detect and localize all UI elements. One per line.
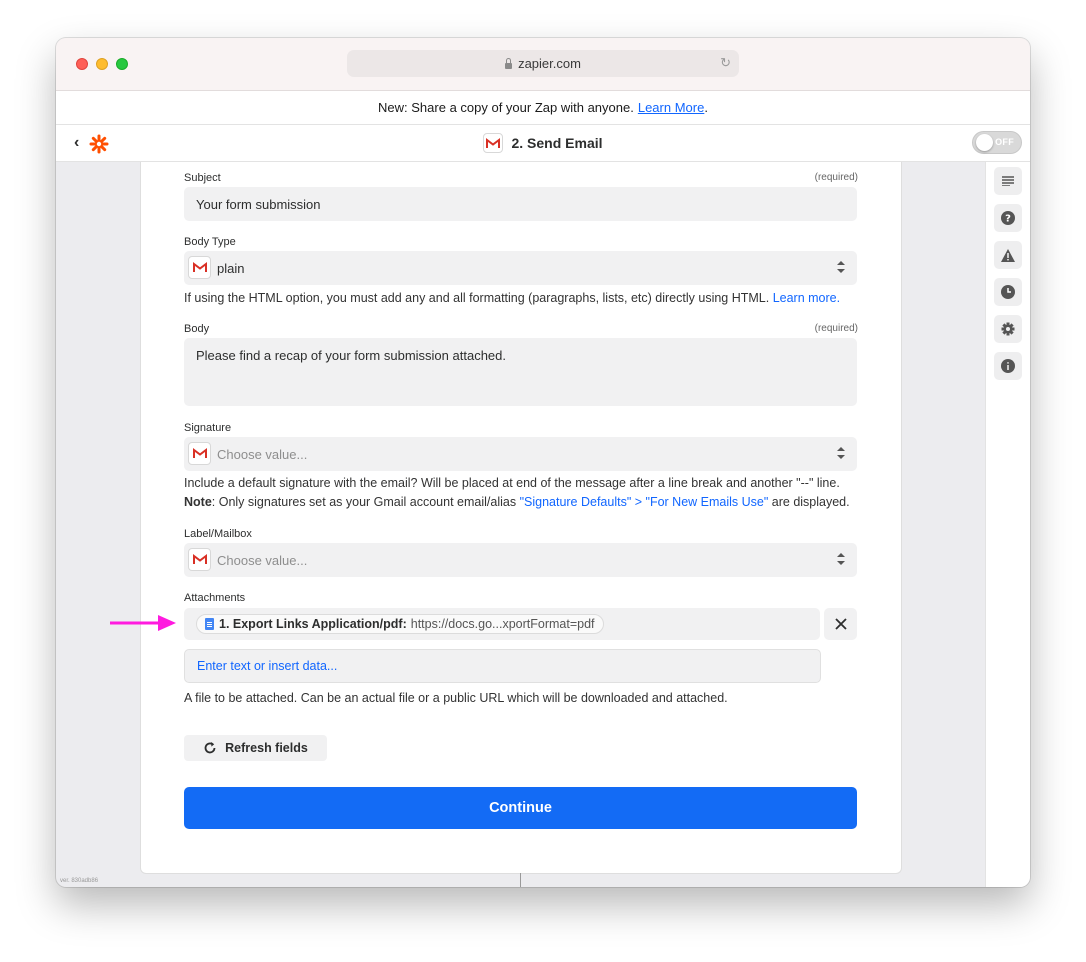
signature-help-line2: Note: Only signatures set as your Gmail …	[184, 493, 850, 512]
select-arrows-icon	[837, 447, 845, 459]
toggle-knob	[976, 134, 993, 151]
continue-label: Continue	[489, 800, 552, 816]
warning-icon	[1001, 248, 1015, 262]
body-type-help-text: If using the HTML option, you must add a…	[184, 291, 770, 305]
announcement-period: .	[704, 100, 708, 115]
history-button[interactable]	[994, 278, 1022, 306]
continue-button[interactable]: Continue	[184, 787, 857, 829]
zap-on-off-toggle[interactable]: OFF	[972, 131, 1022, 154]
gmail-icon	[188, 548, 211, 571]
details-icon	[1002, 176, 1014, 186]
version-text: ver. 830adb86	[60, 878, 99, 884]
subject-required: (required)	[814, 172, 858, 183]
lock-icon	[505, 57, 513, 69]
gmail-icon	[188, 256, 211, 279]
reload-icon[interactable]: ↻	[720, 55, 731, 71]
settings-icon	[1001, 322, 1015, 336]
label-mailbox-label: Label/Mailbox	[184, 528, 252, 540]
step-title: 2. Send Email	[56, 125, 1030, 161]
attachment-data-pill[interactable]: 1. Export Links Application/pdf: https:/…	[196, 614, 604, 634]
body-textarea[interactable]: Please find a recap of your form submiss…	[184, 338, 857, 406]
attachments-label: Attachments	[184, 592, 246, 604]
signature-help: Include a default signature with the ema…	[184, 474, 850, 512]
address-bar[interactable]: zapier.com ↻	[347, 50, 739, 77]
signature-label: Signature	[184, 422, 232, 434]
select-arrows-icon	[837, 553, 845, 565]
attachment-value: https://docs.go...xportFormat=pdf	[410, 617, 595, 631]
step-editor-panel: Subject (required) Your form submission …	[140, 162, 902, 874]
body-label: Body	[184, 323, 210, 335]
attachments-help: A file to be attached. Can be an actual …	[184, 691, 728, 705]
info-button[interactable]	[994, 352, 1022, 380]
browser-titlebar: zapier.com ↻	[56, 38, 1030, 91]
refresh-fields-button[interactable]: Refresh fields	[184, 735, 327, 761]
signature-defaults-link[interactable]: "Signature Defaults" > "For New Emails U…	[520, 495, 769, 509]
history-icon	[1001, 285, 1015, 299]
label-mailbox-placeholder: Choose value...	[217, 553, 308, 568]
subject-value: Your form submission	[196, 197, 321, 212]
attachment-text-placeholder: Enter text or insert data...	[197, 659, 338, 673]
close-window-button[interactable]	[76, 58, 88, 70]
note-label: Note	[184, 495, 212, 509]
canvas-divider	[520, 873, 521, 887]
signature-note-end: are displayed.	[768, 495, 850, 509]
help-icon: ?	[1001, 211, 1015, 225]
signature-select[interactable]: Choose value...	[184, 437, 857, 471]
subject-input[interactable]: Your form submission	[184, 187, 857, 221]
select-arrows-icon	[837, 261, 845, 273]
body-type-select[interactable]: plain	[184, 251, 857, 285]
help-button[interactable]: ?	[994, 204, 1022, 232]
warning-button[interactable]	[994, 241, 1022, 269]
details-button[interactable]	[994, 167, 1022, 195]
remove-attachment-button[interactable]	[824, 608, 857, 640]
google-docs-icon	[205, 618, 214, 630]
body-type-value: plain	[217, 261, 245, 276]
browser-window: zapier.com ↻ New: Share a copy of your Z…	[56, 38, 1030, 887]
attachment-text-input[interactable]: Enter text or insert data...	[184, 649, 821, 683]
url-text: zapier.com	[518, 56, 581, 71]
label-mailbox-select[interactable]: Choose value...	[184, 543, 857, 577]
right-sidebar: ?	[985, 162, 1030, 887]
signature-note-text: : Only signatures set as your Gmail acco…	[211, 495, 520, 509]
toggle-label: OFF	[995, 137, 1014, 147]
gmail-icon	[483, 133, 504, 153]
minimize-window-button[interactable]	[96, 58, 108, 70]
close-icon	[834, 618, 847, 630]
announcement-bar: New: Share a copy of your Zap with anyon…	[56, 91, 1030, 125]
body-type-label: Body Type	[184, 236, 236, 248]
maximize-window-button[interactable]	[116, 58, 128, 70]
refresh-icon	[204, 742, 216, 754]
step-title-text: 2. Send Email	[511, 135, 603, 151]
body-type-help: If using the HTML option, you must add a…	[184, 289, 840, 308]
body-value: Please find a recap of your form submiss…	[196, 348, 506, 363]
editor-header: ‹ 2. Send Email OFF	[56, 125, 1030, 162]
signature-help-line1: Include a default signature with the ema…	[184, 476, 840, 490]
info-icon	[1001, 359, 1015, 373]
settings-button[interactable]	[994, 315, 1022, 343]
svg-text:?: ?	[1005, 214, 1011, 225]
refresh-fields-label: Refresh fields	[225, 741, 308, 755]
announcement-text: New: Share a copy of your Zap with anyon…	[378, 100, 634, 115]
signature-placeholder: Choose value...	[217, 447, 308, 462]
attachments-input[interactable]: 1. Export Links Application/pdf: https:/…	[184, 608, 820, 640]
attachment-step-label: 1. Export Links Application/pdf:	[219, 617, 407, 631]
gmail-icon	[188, 442, 211, 465]
body-type-learn-more-link[interactable]: Learn more.	[773, 291, 840, 305]
body-required: (required)	[814, 323, 858, 334]
annotation-arrow-icon	[110, 615, 176, 631]
subject-label: Subject	[184, 172, 221, 184]
learn-more-link[interactable]: Learn More	[638, 100, 704, 115]
